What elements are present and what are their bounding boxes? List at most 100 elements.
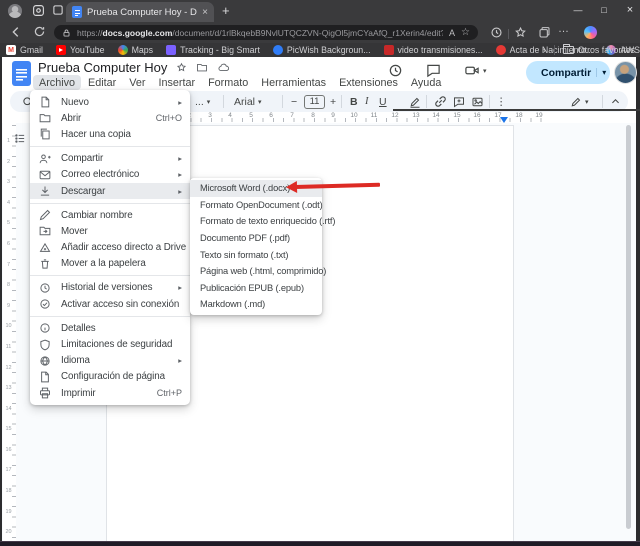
styles-dropdown[interactable]: ...▾	[195, 94, 210, 109]
video-call-icon[interactable]	[464, 63, 480, 78]
tab-actions-icon[interactable]	[52, 4, 64, 16]
bookmark-tracking[interactable]: Tracking - Big Smart	[166, 45, 260, 55]
tab-title: Prueba Computer Hoy - Documen	[87, 7, 197, 18]
address-bar[interactable]: https://docs.google.com/document/d/1rlBk…	[54, 25, 478, 40]
menu-insertar[interactable]: Insertar	[152, 75, 201, 90]
menu-item-imprimir[interactable]: Imprimir Ctrl+P	[30, 385, 190, 401]
move-folder-icon[interactable]	[196, 62, 208, 73]
menu-item-hacer-una-copia[interactable]: Hacer una copia	[30, 126, 190, 142]
google-docs-logo[interactable]	[12, 61, 31, 86]
share-button[interactable]: Compartir ▾	[526, 61, 610, 84]
bookmark-video[interactable]: video transmisiones...	[384, 45, 483, 55]
comments-icon[interactable]	[426, 63, 441, 78]
browser-tab-active[interactable]: Prueba Computer Hoy - Documen ×	[66, 2, 214, 22]
increase-font-size-button[interactable]: +	[330, 94, 336, 109]
tab-close-icon[interactable]: ×	[202, 7, 208, 18]
menu-item-configuracion-de-pagina[interactable]: Configuración de página	[30, 369, 190, 385]
menu-formato[interactable]: Formato	[202, 75, 254, 90]
extension-icon[interactable]	[490, 26, 503, 39]
docs-header: Prueba Computer Hoy Archivo Editar Ver I…	[2, 57, 636, 90]
window-close-button[interactable]: ×	[618, 0, 640, 20]
menu-item-anadir-acceso-directo-a-drive[interactable]: Añadir acceso directo a Drive	[30, 240, 190, 256]
cloud-status-icon[interactable]	[217, 62, 230, 73]
menu-divider	[30, 203, 190, 204]
add-comment-button[interactable]	[453, 94, 465, 109]
youtube-favicon	[56, 45, 66, 55]
folder-move-icon	[38, 225, 51, 238]
vertical-scrollbar[interactable]	[626, 125, 631, 529]
video-call-dropdown-icon[interactable]: ▾	[483, 67, 487, 75]
bookmark-picwish[interactable]: PicWish Backgroun...	[273, 45, 371, 55]
browser-profile-avatar[interactable]	[8, 4, 22, 18]
menu-archivo[interactable]: Archivo	[33, 75, 81, 90]
highlight-color-button[interactable]	[409, 94, 421, 109]
insert-link-button[interactable]	[434, 94, 447, 109]
decrease-font-size-button[interactable]: −	[291, 94, 297, 109]
italic-button[interactable]: I	[365, 94, 369, 109]
ruler-number: 8	[308, 112, 318, 119]
share-label: Compartir	[541, 67, 591, 79]
other-favorites-folder[interactable]: Otros favoritos	[563, 45, 635, 55]
font-size-input[interactable]: 11	[304, 95, 325, 109]
menu-item-idioma[interactable]: Idioma ▸	[30, 353, 190, 369]
version-history-icon[interactable]	[388, 63, 403, 78]
back-icon[interactable]	[9, 25, 25, 41]
menu-item-correo-electronico[interactable]: Correo electrónico ▸	[30, 167, 190, 183]
gmail-favicon: M	[6, 45, 16, 55]
menu-item-abrir[interactable]: Abrir Ctrl+O	[30, 110, 190, 126]
menu-item-mover-a-la-papelera[interactable]: Mover a la papelera	[30, 256, 190, 272]
submenu-item-txt[interactable]: Texto sin formato (.txt)	[190, 246, 322, 263]
menu-ver[interactable]: Ver	[123, 75, 151, 90]
submenu-item-rtf[interactable]: Formato de texto enriquecido (.rtf)	[190, 213, 322, 230]
toolbar-more-icon[interactable]: ⋮	[496, 94, 507, 109]
window-minimize-button[interactable]: —	[566, 0, 590, 20]
new-tab-button[interactable]: +	[222, 3, 230, 18]
text-color-button[interactable]: A	[394, 94, 640, 109]
bold-button[interactable]: B	[350, 94, 358, 109]
ruler-number: 4	[225, 112, 235, 119]
menu-item-detalles[interactable]: Detalles	[30, 320, 190, 336]
bookmark-gmail[interactable]: MGmail	[6, 45, 43, 55]
submenu-item-epub[interactable]: Publicación EPUB (.epub)	[190, 280, 322, 297]
refresh-icon[interactable]	[33, 25, 49, 41]
ruler-number: 12	[4, 365, 13, 371]
read-aloud-icon[interactable]: A	[449, 28, 455, 38]
share-dropdown-icon[interactable]: ▾	[596, 68, 606, 77]
submenu-item-html[interactable]: Página web (.html, comprimido)	[190, 263, 322, 280]
submenu-item-pdf[interactable]: Documento PDF (.pdf)	[190, 230, 322, 247]
menu-item-cambiar-nombre[interactable]: Cambiar nombre	[30, 207, 190, 223]
copilot-icon[interactable]	[584, 26, 597, 39]
editing-mode-dropdown[interactable]: ▾	[570, 94, 589, 109]
collapse-toolbar-icon[interactable]	[610, 94, 621, 109]
ruler-number: 10	[4, 323, 13, 329]
submenu-item-odt[interactable]: Formato OpenDocument (.odt)	[190, 197, 322, 214]
menu-item-limitaciones-de-seguridad[interactable]: Limitaciones de seguridad	[30, 336, 190, 352]
underline-button[interactable]: U	[379, 94, 387, 109]
bookmark-youtube[interactable]: YouTube	[56, 45, 105, 55]
menu-herramientas[interactable]: Herramientas	[255, 75, 332, 90]
star-document-icon[interactable]	[176, 62, 187, 73]
favorite-star-icon[interactable]: ☆	[461, 27, 470, 38]
menu-editar[interactable]: Editar	[82, 75, 122, 90]
vertical-ruler[interactable]: 1 2 3 4 5 6 7 8 9 10 11 12 13 14 15 16 1…	[3, 123, 16, 541]
menu-item-descargar[interactable]: Descargar ▸	[30, 183, 190, 199]
font-family-dropdown[interactable]: Arial▾	[234, 94, 262, 109]
bookmark-maps[interactable]: Maps	[118, 45, 154, 55]
workspaces-icon[interactable]	[32, 4, 45, 17]
account-avatar[interactable]	[614, 61, 637, 84]
favorites-hub-icon[interactable]	[514, 26, 527, 39]
menu-item-activar-acceso-sin-conexion[interactable]: Activar acceso sin conexión	[30, 296, 190, 312]
menu-item-nuevo[interactable]: Nuevo ▸	[30, 94, 190, 110]
bookmarks-bar: MGmail YouTube Maps Tracking - Big Smart…	[0, 43, 640, 57]
collections-icon[interactable]	[538, 26, 551, 39]
insert-image-button[interactable]	[471, 94, 484, 109]
document-title[interactable]: Prueba Computer Hoy	[38, 60, 167, 75]
bookmarks-overflow-chevron[interactable]: ›	[543, 45, 546, 55]
settings-more-icon[interactable]: …	[558, 23, 569, 35]
menu-item-historial-de-versiones[interactable]: Historial de versiones ▸	[30, 280, 190, 296]
show-outline-icon[interactable]	[14, 133, 27, 144]
menu-item-compartir[interactable]: Compartir ▸	[30, 151, 190, 167]
window-maximize-button[interactable]: □	[592, 0, 616, 20]
menu-item-mover[interactable]: Mover	[30, 223, 190, 239]
submenu-item-md[interactable]: Markdown (.md)	[190, 296, 322, 313]
